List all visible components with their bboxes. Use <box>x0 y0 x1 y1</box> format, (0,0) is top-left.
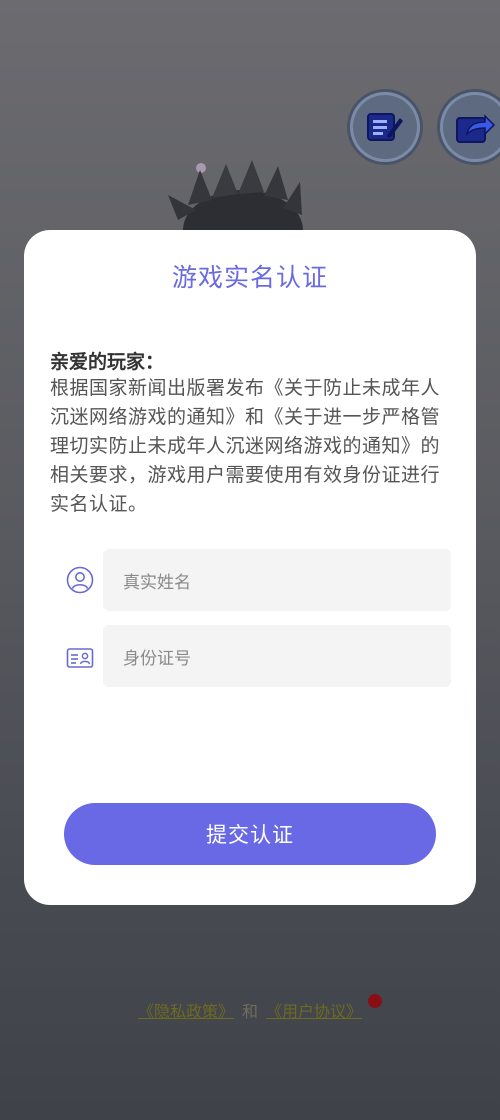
share-icon <box>456 114 495 143</box>
edit-icon <box>367 113 403 141</box>
share-button[interactable] <box>440 92 500 162</box>
and-text: 和 <box>241 1002 258 1021</box>
user-agreement-link[interactable]: 《用户协议》 <box>266 1002 362 1021</box>
id-card-icon <box>66 648 94 668</box>
notification-dot <box>368 994 382 1008</box>
privacy-policy-link[interactable]: 《隐私政策》 <box>138 1002 234 1021</box>
footer-links: 《隐私政策》和《用户协议》 <box>0 998 500 1022</box>
dialog-title: 游戏实名认证 <box>171 263 328 292</box>
edit-button[interactable] <box>350 92 420 162</box>
id-number-input[interactable]: 身份证号 <box>103 625 451 687</box>
submit-button[interactable]: 提交认证 <box>64 803 436 865</box>
real-name-placeholder: 真实姓名 <box>123 572 191 593</box>
greeting-text: 亲爱的玩家： <box>50 351 165 373</box>
real-name-input[interactable]: 真实姓名 <box>103 549 451 611</box>
user-icon <box>66 566 94 594</box>
notice-text: 根据国家新闻出版署发布《关于防止未成年人沉迷网络游戏的通知》和《关于进一步严格管… <box>50 377 441 515</box>
id-number-placeholder: 身份证号 <box>123 648 191 669</box>
